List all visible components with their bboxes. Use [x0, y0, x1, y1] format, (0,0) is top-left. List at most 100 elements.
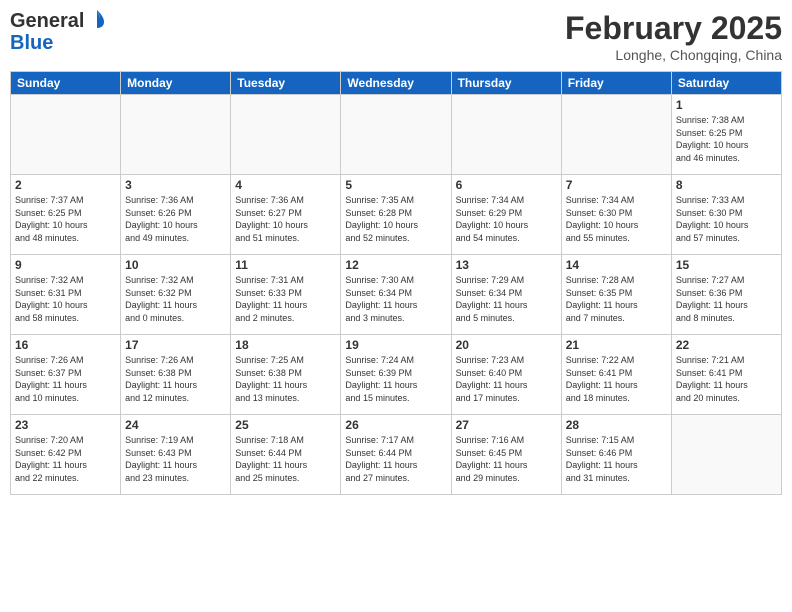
- page: General Blue February 2025 Longhe, Chong…: [0, 0, 792, 612]
- day-of-week-monday: Monday: [121, 72, 231, 95]
- day-info: Sunrise: 7:34 AM Sunset: 6:30 PM Dayligh…: [566, 194, 667, 244]
- calendar-day: 24 Sunrise: 7:19 AM Sunset: 6:43 PM Dayli…: [121, 415, 231, 495]
- day-number: 24: [125, 418, 226, 432]
- day-info: Sunrise: 7:16 AM Sunset: 6:45 PM Dayligh…: [456, 434, 557, 484]
- day-number: 22: [676, 338, 777, 352]
- day-info: Sunrise: 7:19 AM Sunset: 6:43 PM Dayligh…: [125, 434, 226, 484]
- day-number: 17: [125, 338, 226, 352]
- day-info: Sunrise: 7:32 AM Sunset: 6:32 PM Dayligh…: [125, 274, 226, 324]
- header: General Blue February 2025 Longhe, Chong…: [10, 10, 782, 63]
- calendar-day: 11 Sunrise: 7:31 AM Sunset: 6:33 PM Dayli…: [231, 255, 341, 335]
- day-of-week-wednesday: Wednesday: [341, 72, 451, 95]
- calendar-day: 19Sunrise: 7:24 AM Sunset: 6:39 PM Dayli…: [341, 335, 451, 415]
- day-number: 25: [235, 418, 336, 432]
- calendar-day: [671, 415, 781, 495]
- day-number: 18: [235, 338, 336, 352]
- day-info: Sunrise: 7:38 AM Sunset: 6:25 PM Dayligh…: [676, 114, 777, 164]
- day-info: Sunrise: 7:33 AM Sunset: 6:30 PM Dayligh…: [676, 194, 777, 244]
- day-number: 10: [125, 258, 226, 272]
- day-number: 2: [15, 178, 116, 192]
- calendar-day: 21 Sunrise: 7:22 AM Sunset: 6:41 PM Dayli…: [561, 335, 671, 415]
- calendar-day: 5Sunrise: 7:35 AM Sunset: 6:28 PM Daylig…: [341, 175, 451, 255]
- day-info: Sunrise: 7:28 AM Sunset: 6:35 PM Dayligh…: [566, 274, 667, 324]
- day-info: Sunrise: 7:18 AM Sunset: 6:44 PM Dayligh…: [235, 434, 336, 484]
- calendar-day: [231, 95, 341, 175]
- calendar-day: [451, 95, 561, 175]
- calendar-day: [341, 95, 451, 175]
- calendar-day: 9Sunrise: 7:32 AM Sunset: 6:31 PM Daylig…: [11, 255, 121, 335]
- logo-blue-text: Blue: [10, 32, 53, 54]
- day-number: 4: [235, 178, 336, 192]
- day-of-week-friday: Friday: [561, 72, 671, 95]
- day-number: 21: [566, 338, 667, 352]
- day-info: Sunrise: 7:26 AM Sunset: 6:38 PM Dayligh…: [125, 354, 226, 404]
- calendar-day: 18 Sunrise: 7:25 AM Sunset: 6:38 PM Dayli…: [231, 335, 341, 415]
- day-info: Sunrise: 7:29 AM Sunset: 6:34 PM Dayligh…: [456, 274, 557, 324]
- calendar-day: 28 Sunrise: 7:15 AM Sunset: 6:46 PM Dayli…: [561, 415, 671, 495]
- calendar-day: 23Sunrise: 7:20 AM Sunset: 6:42 PM Dayli…: [11, 415, 121, 495]
- day-number: 6: [456, 178, 557, 192]
- calendar-week-4: 23Sunrise: 7:20 AM Sunset: 6:42 PM Dayli…: [11, 415, 782, 495]
- day-number: 3: [125, 178, 226, 192]
- day-number: 9: [15, 258, 116, 272]
- calendar-week-1: 2 Sunrise: 7:37 AM Sunset: 6:25 PM Daylig…: [11, 175, 782, 255]
- day-info: Sunrise: 7:17 AM Sunset: 6:44 PM Dayligh…: [345, 434, 446, 484]
- title-block: February 2025 Longhe, Chongqing, China: [565, 10, 782, 63]
- day-info: Sunrise: 7:37 AM Sunset: 6:25 PM Dayligh…: [15, 194, 116, 244]
- calendar-day: 15Sunrise: 7:27 AM Sunset: 6:36 PM Dayli…: [671, 255, 781, 335]
- logo-icon: [86, 8, 108, 30]
- calendar-day: [121, 95, 231, 175]
- day-number: 20: [456, 338, 557, 352]
- day-info: Sunrise: 7:21 AM Sunset: 6:41 PM Dayligh…: [676, 354, 777, 404]
- day-number: 7: [566, 178, 667, 192]
- logo: General Blue: [10, 10, 108, 54]
- day-number: 28: [566, 418, 667, 432]
- day-of-week-tuesday: Tuesday: [231, 72, 341, 95]
- calendar-day: 26 Sunrise: 7:17 AM Sunset: 6:44 PM Dayli…: [341, 415, 451, 495]
- calendar-day: 8 Sunrise: 7:33 AM Sunset: 6:30 PM Daylig…: [671, 175, 781, 255]
- day-number: 13: [456, 258, 557, 272]
- day-info: Sunrise: 7:30 AM Sunset: 6:34 PM Dayligh…: [345, 274, 446, 324]
- calendar-day: 10 Sunrise: 7:32 AM Sunset: 6:32 PM Dayli…: [121, 255, 231, 335]
- day-info: Sunrise: 7:31 AM Sunset: 6:33 PM Dayligh…: [235, 274, 336, 324]
- location: Longhe, Chongqing, China: [565, 47, 782, 63]
- day-number: 26: [345, 418, 446, 432]
- calendar-day: 14 Sunrise: 7:28 AM Sunset: 6:35 PM Dayli…: [561, 255, 671, 335]
- calendar-header-row: SundayMondayTuesdayWednesdayThursdayFrid…: [11, 72, 782, 95]
- calendar-day: 4 Sunrise: 7:36 AM Sunset: 6:27 PM Daylig…: [231, 175, 341, 255]
- calendar-day: 27 Sunrise: 7:16 AM Sunset: 6:45 PM Dayli…: [451, 415, 561, 495]
- calendar-day: 3 Sunrise: 7:36 AM Sunset: 6:26 PM Daylig…: [121, 175, 231, 255]
- calendar-day: 20 Sunrise: 7:23 AM Sunset: 6:40 PM Dayli…: [451, 335, 561, 415]
- calendar-table: SundayMondayTuesdayWednesdayThursdayFrid…: [10, 71, 782, 495]
- day-info: Sunrise: 7:22 AM Sunset: 6:41 PM Dayligh…: [566, 354, 667, 404]
- calendar-day: 22 Sunrise: 7:21 AM Sunset: 6:41 PM Dayli…: [671, 335, 781, 415]
- day-number: 1: [676, 98, 777, 112]
- calendar-day: [561, 95, 671, 175]
- day-info: Sunrise: 7:34 AM Sunset: 6:29 PM Dayligh…: [456, 194, 557, 244]
- day-info: Sunrise: 7:26 AM Sunset: 6:37 PM Dayligh…: [15, 354, 116, 404]
- day-of-week-saturday: Saturday: [671, 72, 781, 95]
- calendar-day: 13 Sunrise: 7:29 AM Sunset: 6:34 PM Dayli…: [451, 255, 561, 335]
- day-of-week-thursday: Thursday: [451, 72, 561, 95]
- day-info: Sunrise: 7:20 AM Sunset: 6:42 PM Dayligh…: [15, 434, 116, 484]
- day-info: Sunrise: 7:36 AM Sunset: 6:26 PM Dayligh…: [125, 194, 226, 244]
- calendar-day: 1 Sunrise: 7:38 AM Sunset: 6:25 PM Daylig…: [671, 95, 781, 175]
- calendar-day: 16Sunrise: 7:26 AM Sunset: 6:37 PM Dayli…: [11, 335, 121, 415]
- day-number: 27: [456, 418, 557, 432]
- logo-general-text: General: [10, 10, 84, 32]
- calendar-day: 6 Sunrise: 7:34 AM Sunset: 6:29 PM Daylig…: [451, 175, 561, 255]
- calendar-week-2: 9Sunrise: 7:32 AM Sunset: 6:31 PM Daylig…: [11, 255, 782, 335]
- calendar-week-0: 1 Sunrise: 7:38 AM Sunset: 6:25 PM Daylig…: [11, 95, 782, 175]
- calendar-day: [11, 95, 121, 175]
- day-number: 12: [345, 258, 446, 272]
- day-info: Sunrise: 7:25 AM Sunset: 6:38 PM Dayligh…: [235, 354, 336, 404]
- month-title: February 2025: [565, 10, 782, 47]
- day-number: 8: [676, 178, 777, 192]
- day-number: 15: [676, 258, 777, 272]
- day-info: Sunrise: 7:23 AM Sunset: 6:40 PM Dayligh…: [456, 354, 557, 404]
- day-info: Sunrise: 7:36 AM Sunset: 6:27 PM Dayligh…: [235, 194, 336, 244]
- day-info: Sunrise: 7:15 AM Sunset: 6:46 PM Dayligh…: [566, 434, 667, 484]
- day-number: 14: [566, 258, 667, 272]
- day-number: 11: [235, 258, 336, 272]
- calendar-day: 7 Sunrise: 7:34 AM Sunset: 6:30 PM Daylig…: [561, 175, 671, 255]
